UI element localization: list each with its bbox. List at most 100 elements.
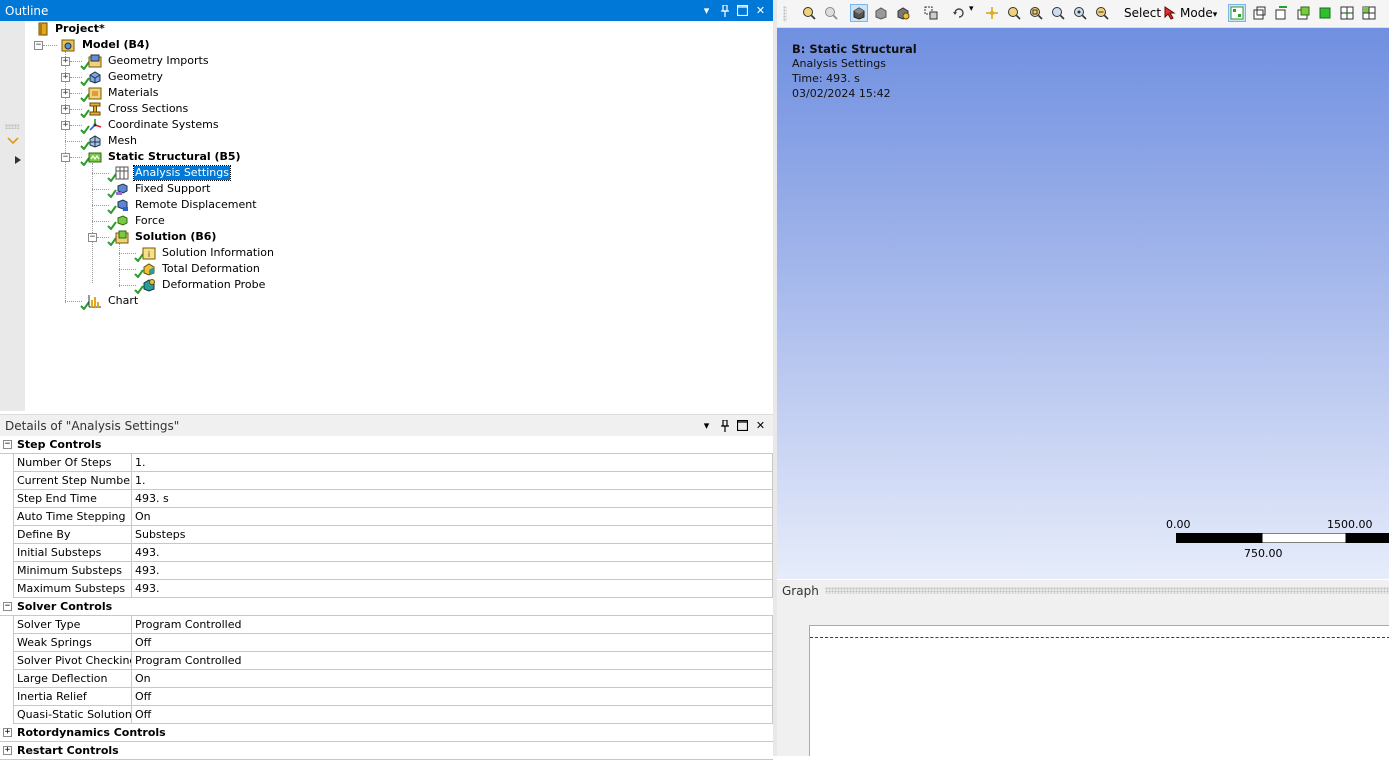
group-solver-controls[interactable]: − Solver Controls xyxy=(0,598,773,616)
tree-item-solution[interactable]: Solution (B6) xyxy=(134,230,217,244)
expand-geometry-icon[interactable]: + xyxy=(61,73,70,82)
shaded-view-icon[interactable] xyxy=(850,4,868,22)
property-value[interactable]: On xyxy=(132,670,773,687)
tree-item-fixed-support[interactable]: Fixed Support xyxy=(134,182,212,196)
zoom-icon[interactable] xyxy=(1005,4,1023,22)
tree-item-project[interactable]: Project* xyxy=(54,22,106,36)
collapse-model-icon[interactable]: − xyxy=(34,41,43,50)
expand-group-icon[interactable]: + xyxy=(3,746,12,755)
pan-icon[interactable] xyxy=(983,4,1001,22)
select-body-icon[interactable] xyxy=(1316,4,1334,22)
group-step-controls[interactable]: − Step Controls xyxy=(0,436,773,454)
maximize-icon[interactable] xyxy=(736,4,749,17)
property-value[interactable]: 493. s xyxy=(132,490,773,507)
tree-item-remote-displacement[interactable]: Remote Displacement xyxy=(134,198,258,212)
tree-item-chart[interactable]: Chart xyxy=(107,294,139,308)
property-value[interactable]: Off xyxy=(132,634,773,651)
close-icon[interactable]: ✕ xyxy=(754,419,767,432)
collapse-group-icon[interactable]: − xyxy=(3,440,12,449)
box-select-icon[interactable] xyxy=(922,4,940,22)
wireframe-view-icon[interactable] xyxy=(872,4,890,22)
select-edge-icon[interactable] xyxy=(1272,4,1290,22)
property-value[interactable]: Off xyxy=(132,706,773,723)
tree-item-static-structural[interactable]: Static Structural (B5) xyxy=(107,150,242,164)
property-value[interactable]: 1. xyxy=(132,472,773,489)
mode-cursor-icon[interactable] xyxy=(1161,4,1179,22)
property-value[interactable]: 493. xyxy=(132,544,773,561)
rotate-dropdown-arrow-icon[interactable]: ▾ xyxy=(969,4,974,14)
grip-icon[interactable] xyxy=(5,124,19,129)
select-node-icon[interactable] xyxy=(1338,4,1356,22)
property-row[interactable]: Initial Substeps 493. xyxy=(13,544,773,562)
chevron-down-icon[interactable] xyxy=(7,135,19,148)
dropdown-arrow-icon[interactable]: ▾ xyxy=(700,419,713,432)
property-row[interactable]: Minimum Substeps 493. xyxy=(13,562,773,580)
select-mode-icon[interactable] xyxy=(1228,4,1246,22)
graph-plot-area[interactable] xyxy=(809,625,1389,756)
tree-item-geometry-imports[interactable]: Geometry Imports xyxy=(107,54,210,68)
chevron-right-icon[interactable] xyxy=(15,154,21,167)
property-row[interactable]: Number Of Steps 1. xyxy=(13,454,773,472)
collapse-static-structural-icon[interactable]: − xyxy=(61,153,70,162)
property-row[interactable]: Solver Type Program Controlled xyxy=(13,616,773,634)
toolbar-grip-icon[interactable] xyxy=(783,6,787,22)
collapse-solution-icon[interactable]: − xyxy=(88,233,97,242)
property-row[interactable]: Current Step Number 1. xyxy=(13,472,773,490)
box-zoom-icon[interactable] xyxy=(1027,4,1045,22)
expand-materials-icon[interactable]: + xyxy=(61,89,70,98)
property-value[interactable]: Program Controlled xyxy=(132,616,773,633)
property-value[interactable]: 1. xyxy=(132,454,773,471)
property-row[interactable]: Solver Pivot Checking Program Controlled xyxy=(13,652,773,670)
property-row[interactable]: Define By Substeps xyxy=(13,526,773,544)
tree-item-coordinate-systems[interactable]: Coordinate Systems xyxy=(107,118,220,132)
maximize-icon[interactable] xyxy=(736,419,749,432)
tree-item-analysis-settings[interactable]: Analysis Settings xyxy=(133,165,231,181)
expand-coordinate-systems-icon[interactable]: + xyxy=(61,121,70,130)
property-value[interactable]: 493. xyxy=(132,580,773,597)
property-value[interactable]: On xyxy=(132,508,773,525)
property-row[interactable]: Maximum Substeps 493. xyxy=(13,580,773,598)
zoom-to-fit-icon[interactable] xyxy=(1049,4,1067,22)
expand-cross-sections-icon[interactable]: + xyxy=(61,105,70,114)
property-row[interactable]: Step End Time 493. s xyxy=(13,490,773,508)
property-row[interactable]: Large Deflection On xyxy=(13,670,773,688)
tree-item-mesh[interactable]: Mesh xyxy=(107,134,138,148)
select-vertex-icon[interactable] xyxy=(1250,4,1268,22)
group-rotordynamics-controls[interactable]: + Rotordynamics Controls xyxy=(0,724,773,742)
close-icon[interactable]: ✕ xyxy=(754,4,767,17)
tree-item-model[interactable]: Model (B4) xyxy=(81,38,151,52)
expand-group-icon[interactable]: + xyxy=(3,728,12,737)
collapse-group-icon[interactable]: − xyxy=(3,602,12,611)
show-edges-icon[interactable] xyxy=(894,4,912,22)
property-row[interactable]: Quasi-Static Solution Off xyxy=(13,706,773,724)
tree-item-total-deformation[interactable]: Total Deformation xyxy=(161,262,261,276)
property-row[interactable]: Weak Springs Off xyxy=(13,634,773,652)
zoom-out-icon[interactable] xyxy=(822,4,840,22)
tree-item-deformation-probe[interactable]: Deformation Probe xyxy=(161,278,266,292)
rotate-icon[interactable] xyxy=(950,4,968,22)
tree-item-cross-sections[interactable]: Cross Sections xyxy=(107,102,189,116)
tree-item-materials[interactable]: Materials xyxy=(107,86,159,100)
property-row[interactable]: Auto Time Stepping On xyxy=(13,508,773,526)
tree-item-force[interactable]: Force xyxy=(134,214,166,228)
previous-view-icon[interactable] xyxy=(1093,4,1111,22)
property-value[interactable]: Off xyxy=(132,688,773,705)
tree-item-solution-information[interactable]: Solution Information xyxy=(161,246,275,260)
select-button[interactable]: Select xyxy=(1124,6,1161,20)
property-value[interactable]: Program Controlled xyxy=(132,652,773,669)
graphics-viewport[interactable]: B: Static Structural Analysis Settings T… xyxy=(777,28,1389,579)
property-row[interactable]: Inertia Relief Off xyxy=(13,688,773,706)
dropdown-arrow-icon[interactable]: ▾ xyxy=(700,4,713,17)
zoom-in-icon[interactable] xyxy=(800,4,818,22)
tree-item-geometry[interactable]: Geometry xyxy=(107,70,164,84)
pin-icon[interactable] xyxy=(718,419,731,432)
property-value[interactable]: Substeps xyxy=(132,526,773,543)
mode-dropdown[interactable]: Mode▾ xyxy=(1180,6,1217,20)
group-restart-controls[interactable]: + Restart Controls xyxy=(0,742,773,760)
select-face-icon[interactable] xyxy=(1294,4,1312,22)
property-value[interactable]: 493. xyxy=(132,562,773,579)
select-element-icon[interactable] xyxy=(1360,4,1378,22)
pin-icon[interactable] xyxy=(718,4,731,17)
magnifier-icon[interactable] xyxy=(1071,4,1089,22)
expand-geometry-imports-icon[interactable]: + xyxy=(61,57,70,66)
